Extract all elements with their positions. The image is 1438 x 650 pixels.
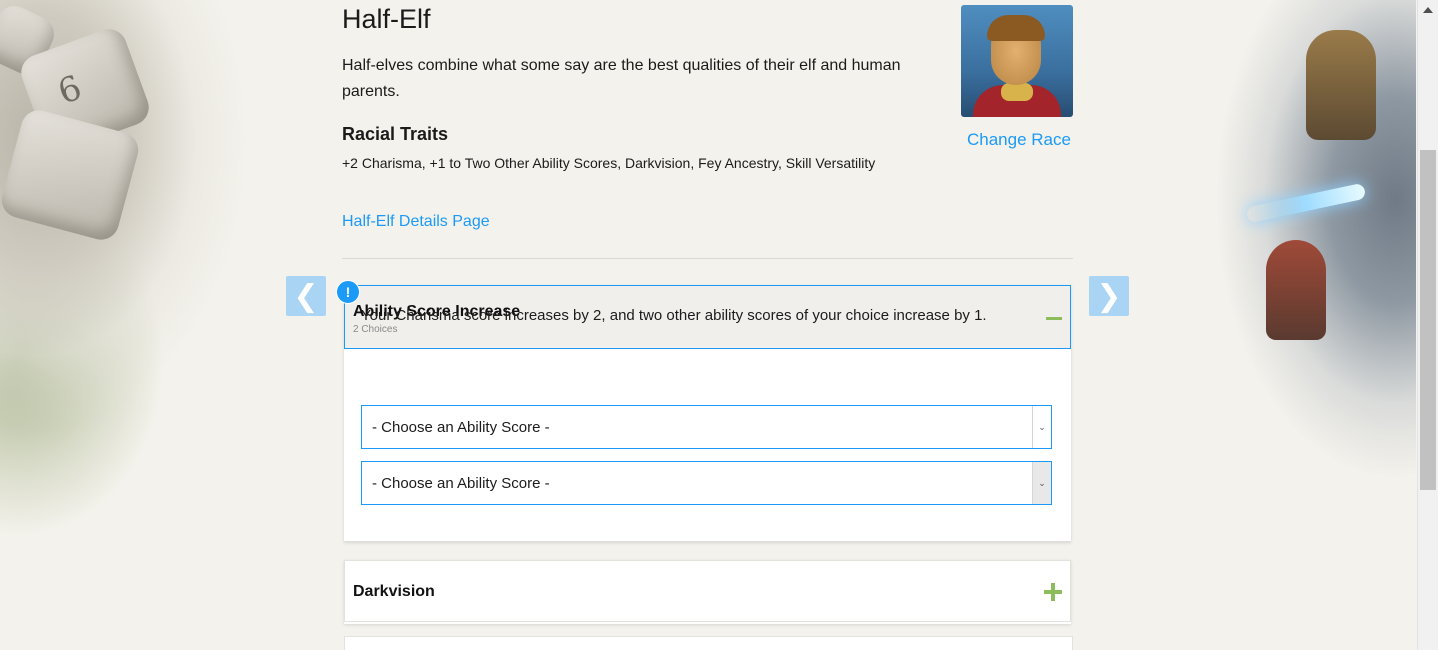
racial-traits-list: +2 Charisma, +1 to Two Other Ability Sco…: [342, 155, 876, 171]
select-value: - Choose an Ability Score -: [372, 475, 550, 492]
ability-score-select-2[interactable]: - Choose an Ability Score - ⌄: [361, 461, 1052, 505]
portrait-hair: [987, 15, 1045, 41]
scroll-thumb[interactable]: [1420, 150, 1436, 490]
chevron-right-icon: ❯: [1096, 278, 1122, 314]
collapse-minus-icon[interactable]: [1046, 317, 1062, 320]
darkvision-header[interactable]: Darkvision: [344, 560, 1071, 622]
darkvision-panel: Darkvision: [344, 560, 1071, 624]
race-details-link[interactable]: Half-Elf Details Page: [342, 213, 490, 231]
race-description: Half-elves combine what some say are the…: [342, 57, 901, 100]
chevron-left-icon: ❮: [293, 278, 319, 314]
portrait-collar-trim: [1001, 83, 1033, 101]
change-race-link[interactable]: Change Race: [967, 130, 1071, 150]
next-trait-panel[interactable]: [344, 636, 1073, 650]
race-portrait: [961, 5, 1073, 117]
ability-score-description: Your Charisma score increases by 2, and …: [361, 307, 987, 324]
select-value: - Choose an Ability Score -: [372, 419, 550, 436]
scroll-up-arrow-icon[interactable]: [1423, 7, 1433, 13]
expand-plus-icon[interactable]: [1044, 583, 1062, 601]
background-art-left: 6: [0, 0, 330, 650]
chevron-down-icon: ⌄: [1032, 462, 1051, 504]
alert-icon: !: [336, 280, 360, 304]
ability-score-increase-panel: ! Ability Score Increase 2 Choices Your …: [336, 280, 1071, 542]
ability-score-select-1[interactable]: - Choose an Ability Score - ⌄: [361, 405, 1052, 449]
race-title: Half-Elf: [342, 4, 431, 34]
racial-traits-heading: Racial Traits: [342, 124, 449, 144]
page-scrollbar[interactable]: [1417, 0, 1438, 650]
background-art-right: [1136, 0, 1416, 650]
divider: [342, 258, 1073, 259]
panel-subtitle: 2 Choices: [353, 324, 398, 335]
hero-figure-decoration: [1266, 240, 1326, 340]
chevron-down-icon: ⌄: [1032, 406, 1051, 448]
panel-title: Darkvision: [353, 583, 435, 600]
previous-button[interactable]: ❮: [286, 276, 326, 316]
sword-glow-decoration: [1245, 182, 1367, 224]
hero-figure-decoration: [1306, 30, 1376, 140]
next-button[interactable]: ❯: [1089, 276, 1129, 316]
